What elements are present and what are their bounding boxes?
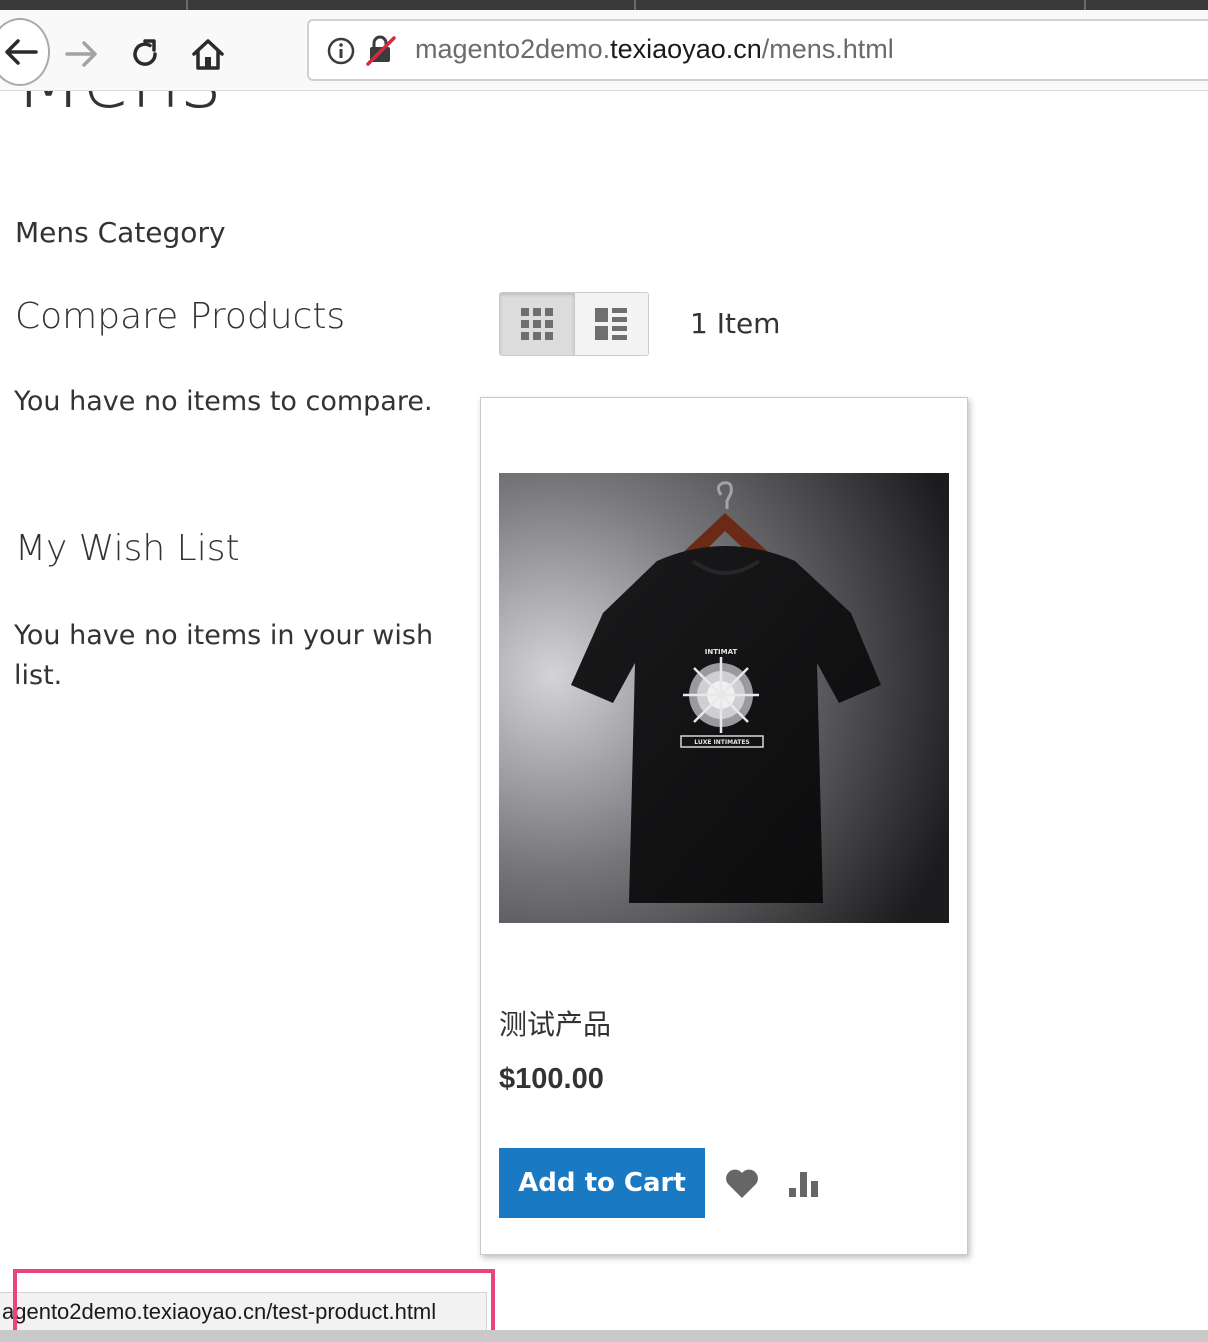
add-to-compare-button[interactable] (786, 1168, 826, 1202)
item-count: 1 Item (690, 307, 781, 340)
grid-icon (520, 308, 553, 340)
forward-button[interactable] (54, 26, 110, 82)
reload-icon (133, 39, 157, 66)
tab-strip (0, 0, 1208, 10)
add-to-cart-button[interactable]: Add to Cart (499, 1148, 705, 1218)
compare-products-title: Compare Products (15, 296, 346, 337)
product-price: $100.00 (499, 1063, 604, 1095)
tshirt-photo: INTIMAT LUXE INTIMATES (499, 473, 949, 923)
category-title: Mens Category (15, 216, 226, 249)
view-mode-switch (499, 292, 649, 356)
shirt-text-top: INTIMAT (705, 648, 738, 656)
page-content: Mens Category Compare Products You have … (0, 91, 1208, 1342)
home-icon (192, 39, 224, 70)
insecure-lock-icon[interactable] (366, 34, 396, 66)
wishlist-empty-message: You have no items in your wish list. (14, 620, 434, 691)
add-to-wishlist-button[interactable] (724, 1168, 764, 1202)
compare-empty-message: You have no items to compare. (14, 386, 433, 417)
url-bar[interactable]: magento2demo.texiaoyao.cn/mens.html (307, 19, 1208, 81)
grid-view-button[interactable] (500, 293, 575, 355)
browser-toolbar: magento2demo.texiaoyao.cn/mens.html (0, 10, 1208, 91)
highlight-annotation (13, 1269, 495, 1335)
product-image[interactable]: INTIMAT LUXE INTIMATES (499, 473, 949, 923)
bar-chart-icon (789, 1172, 818, 1197)
shirt-text-bottom: LUXE INTIMATES (694, 739, 750, 746)
list-view-button[interactable] (574, 293, 648, 355)
product-card[interactable]: INTIMAT LUXE INTIMATES 测试产品 $100.00 Add … (480, 397, 968, 1255)
url-path: /mens.html (761, 34, 894, 64)
arrow-right-icon (65, 41, 97, 67)
list-icon (595, 308, 628, 340)
reload-button[interactable] (117, 26, 173, 82)
bottom-strip (0, 1330, 1208, 1342)
wishlist-title: My Wish List (15, 528, 240, 569)
arrow-left-icon (5, 39, 38, 65)
heart-icon (726, 1169, 758, 1198)
product-name-link[interactable]: 测试产品 (499, 1003, 611, 1043)
url-text[interactable]: magento2demo.texiaoyao.cn/mens.html (415, 34, 894, 65)
home-button[interactable] (180, 26, 236, 82)
info-icon[interactable] (326, 36, 356, 66)
url-prefix: magento2demo. (415, 34, 611, 64)
url-host: texiaoyao.cn (610, 34, 762, 64)
back-button[interactable] (0, 18, 50, 86)
